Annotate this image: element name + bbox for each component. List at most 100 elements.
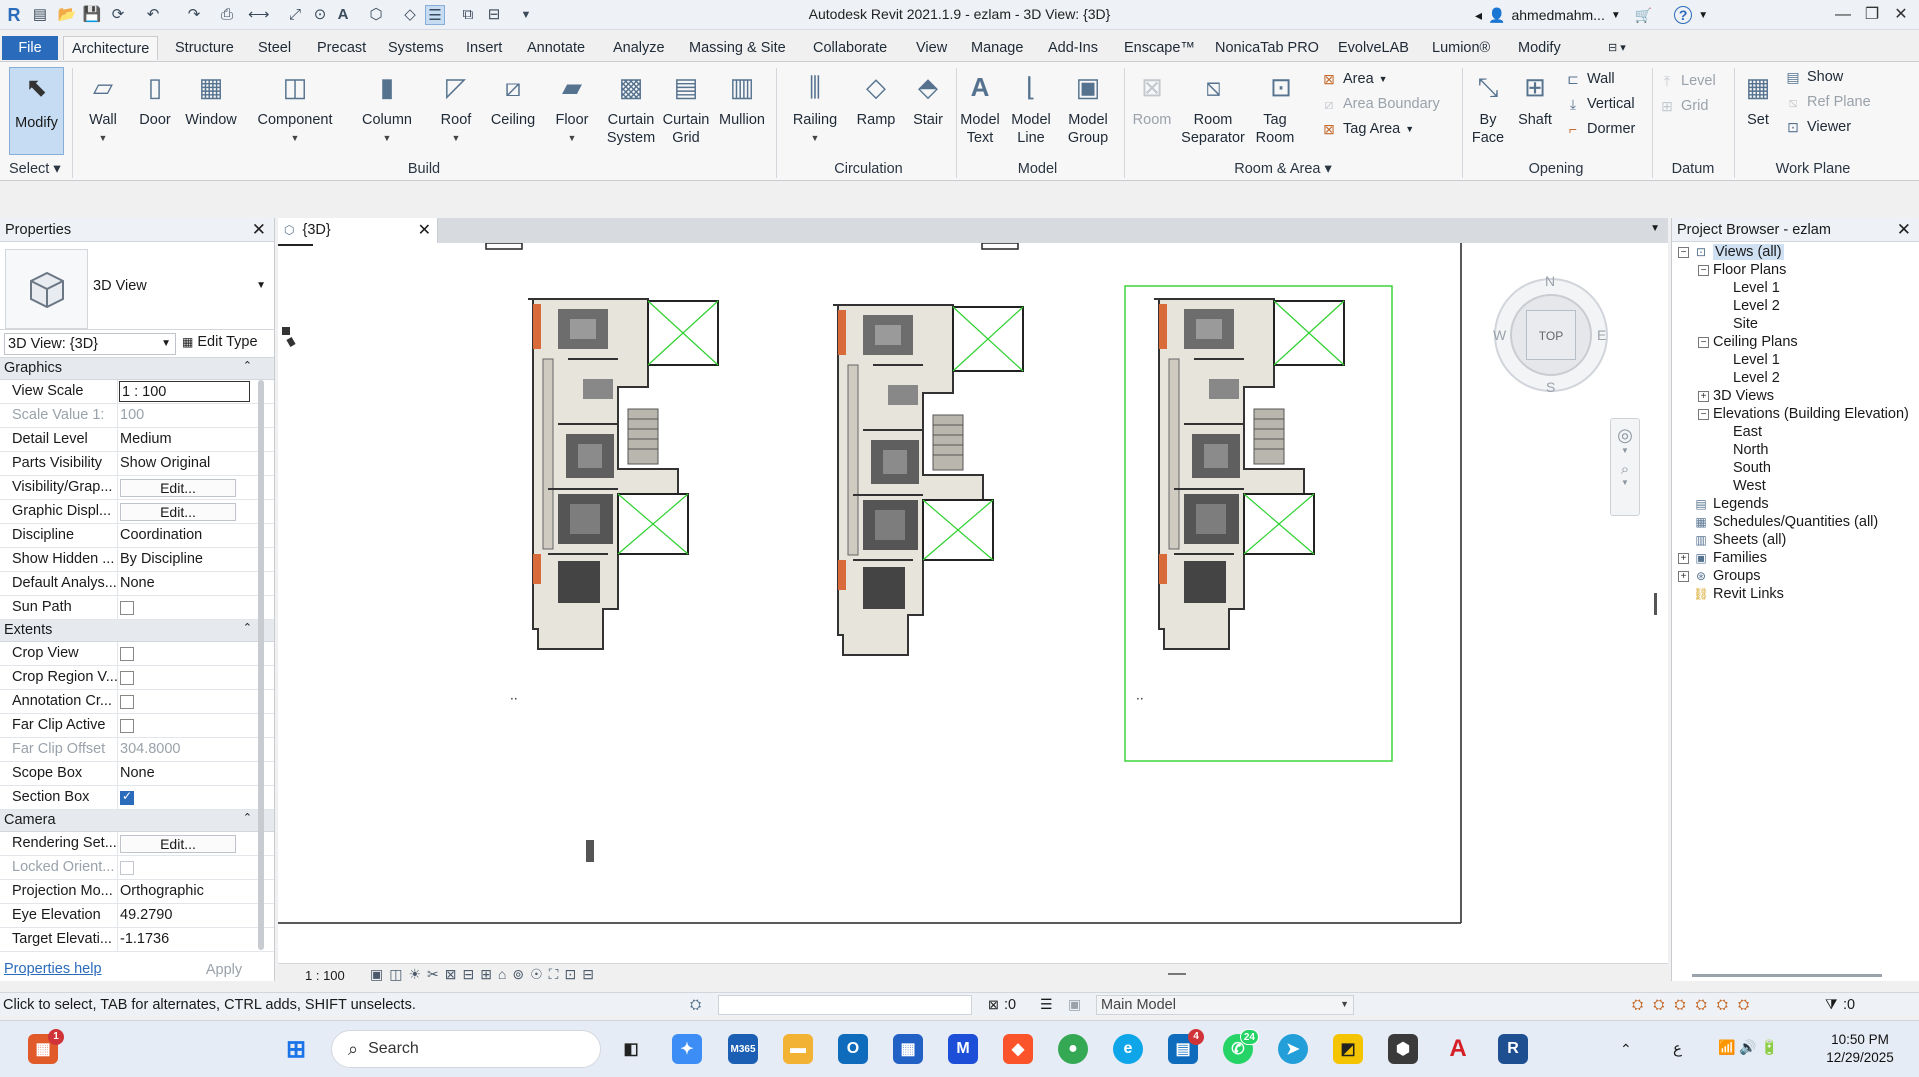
component-button[interactable]: ◫ Component ▼ xyxy=(253,67,337,147)
modify-button[interactable]: ⬉ Modify xyxy=(9,67,64,155)
properties-scrollbar[interactable] xyxy=(258,380,264,950)
viewcube[interactable]: TOP N S E W xyxy=(1491,273,1611,395)
collapse-icon[interactable]: − xyxy=(1678,246,1689,258)
property-value[interactable]: 100 xyxy=(118,404,249,427)
set-button[interactable]: ▦ Set xyxy=(1738,67,1778,129)
browser-node[interactable]: South xyxy=(1718,460,1771,476)
curtain-system-button[interactable]: ▩ Curtain System xyxy=(603,67,659,147)
by-face-button[interactable]: ⤡ By Face xyxy=(1466,67,1510,147)
steering-wheel-icon[interactable]: ◎ xyxy=(1611,425,1639,446)
ramp-button[interactable]: ◇ Ramp xyxy=(852,67,900,129)
system-tray-icons[interactable]: 📶🔊🔋 xyxy=(1718,1039,1782,1056)
property-value[interactable]: Coordination xyxy=(118,524,249,547)
3d-view-icon[interactable]: ⬡ xyxy=(366,5,386,25)
property-checkbox-cell[interactable] xyxy=(118,856,249,879)
type-selector[interactable]: 3D View ▼ xyxy=(0,242,274,330)
collapse-icon[interactable]: ⌃ xyxy=(243,811,252,824)
dimension-icon[interactable]: ⤢ xyxy=(285,5,305,25)
view-scale[interactable]: 1 : 100 xyxy=(305,968,345,983)
edit-type-button[interactable]: ▦ Edit Type xyxy=(182,334,258,350)
property-checkbox-cell[interactable] xyxy=(118,642,249,665)
tag-icon[interactable]: ⊙ xyxy=(310,5,330,25)
room-area-panel-dropdown[interactable]: Room & Area ▾ xyxy=(1128,161,1438,177)
grid-button[interactable]: ⊞ Grid xyxy=(1658,97,1708,115)
area-boundary-button[interactable]: ⧄ Area Boundary xyxy=(1320,95,1440,113)
calculator-icon[interactable]: ▦ xyxy=(893,1034,923,1064)
properties-close-icon[interactable]: ✕ xyxy=(252,220,266,240)
filter-icon[interactable]: ⧩ xyxy=(1825,996,1838,1013)
ref-plane-button[interactable]: ⧅ Ref Plane xyxy=(1784,93,1871,111)
active-workset-dropdown[interactable] xyxy=(718,995,972,1015)
zoom-region-icon[interactable]: ⌕ xyxy=(1611,461,1639,478)
tab-precast[interactable]: Precast xyxy=(309,36,374,60)
property-checkbox-cell[interactable] xyxy=(118,666,249,689)
browser-node[interactable]: − Floor Plans xyxy=(1698,262,1786,278)
browser-node[interactable]: West xyxy=(1718,478,1766,494)
property-value[interactable]: -1.1736 xyxy=(118,928,249,951)
property-edit-cell[interactable]: Edit... xyxy=(118,500,249,523)
roof-button[interactable]: ◸ Roof ▼ xyxy=(432,67,480,147)
maximize-button[interactable]: ❐ xyxy=(1857,3,1887,27)
tab-collaborate[interactable]: Collaborate xyxy=(805,36,895,60)
collapse-icon[interactable]: − xyxy=(1698,336,1709,348)
chrome-icon[interactable]: ● xyxy=(1058,1034,1088,1064)
tab-structure[interactable]: Structure xyxy=(167,36,242,60)
checkbox[interactable] xyxy=(120,671,134,685)
design-options-icon[interactable]: ☰ xyxy=(1040,996,1053,1013)
ceiling-button[interactable]: ⧄ Ceiling xyxy=(487,67,539,129)
tab-evolvelab[interactable]: EvolveLAB xyxy=(1330,36,1417,60)
task-view-icon[interactable]: ◧ xyxy=(616,1034,646,1064)
property-checkbox-cell[interactable] xyxy=(118,714,249,737)
view-tab-close-icon[interactable]: ✕ xyxy=(418,220,431,240)
show-hidden-icons[interactable]: ⌃ xyxy=(1620,1041,1632,1058)
room-separator-button[interactable]: ⧅ Room Separator xyxy=(1180,67,1246,147)
property-checkbox-cell[interactable] xyxy=(118,786,249,809)
tab-annotate[interactable]: Annotate xyxy=(519,36,593,60)
level-button[interactable]: ⤒ Level xyxy=(1658,72,1716,90)
user-dropdown-icon[interactable]: ▼ xyxy=(1611,10,1621,21)
property-value[interactable]: 49.2790 xyxy=(118,904,249,927)
wall-button[interactable]: ▱ Wall ▼ xyxy=(80,67,126,147)
zoom-dropdown-icon[interactable]: ▼ xyxy=(1611,478,1639,487)
tab-enscape[interactable]: Enscape™ xyxy=(1116,36,1203,60)
tab-massing-site[interactable]: Massing & Site xyxy=(681,36,794,60)
browser-node[interactable]: ▦ Schedules/Quantities (all) xyxy=(1678,514,1878,530)
browser-node[interactable]: − Elevations (Building Elevation) xyxy=(1698,406,1909,422)
dormer-button[interactable]: ⌐ Dormer xyxy=(1564,120,1635,138)
tab-nonicatab[interactable]: NonicaTab PRO xyxy=(1207,36,1327,60)
property-checkbox-cell[interactable] xyxy=(118,690,249,713)
property-value[interactable]: 1 : 100 xyxy=(119,381,250,402)
browser-node[interactable]: + ⊛ Groups xyxy=(1678,568,1761,584)
model-text-button[interactable]: A Model Text xyxy=(954,67,1006,147)
model-line-button[interactable]: ⌊ Model Line xyxy=(1006,67,1056,147)
app-vs-icon[interactable]: M xyxy=(948,1034,978,1064)
revit-logo-icon[interactable]: R xyxy=(4,5,24,25)
apply-button[interactable]: Apply xyxy=(176,959,272,981)
browser-node[interactable]: Site xyxy=(1718,316,1758,332)
property-value[interactable]: Medium xyxy=(118,428,249,451)
browser-node[interactable]: ▤ Legends xyxy=(1678,496,1768,512)
tab-systems[interactable]: Systems xyxy=(380,36,452,60)
property-group-graphics[interactable]: Graphics ⌃ xyxy=(0,358,274,380)
browser-h-scrollbar[interactable] xyxy=(1692,974,1882,977)
property-group-extents[interactable]: Extents ⌃ xyxy=(0,620,274,642)
print-icon[interactable]: ⎙ xyxy=(217,5,237,25)
checkbox[interactable] xyxy=(120,695,134,709)
tab-analyze[interactable]: Analyze xyxy=(605,36,673,60)
model-group-button[interactable]: ▣ Model Group xyxy=(1060,67,1116,147)
collapse-icon[interactable]: ⌃ xyxy=(243,621,252,634)
editable-only-icon[interactable]: ⊠ xyxy=(988,997,999,1013)
railing-button[interactable]: ⫼ Railing ▼ xyxy=(786,67,844,147)
browser-node[interactable]: − Ceiling Plans xyxy=(1698,334,1798,350)
browser-node[interactable]: + ▣ Families xyxy=(1678,550,1767,566)
minimize-button[interactable]: — xyxy=(1828,3,1858,27)
view-instance-dropdown[interactable]: 3D View: {3D} ▼ xyxy=(4,333,176,355)
browser-node[interactable]: Level 1 xyxy=(1718,280,1780,296)
browser-node[interactable]: Level 2 xyxy=(1718,298,1780,314)
property-value[interactable]: Orthographic xyxy=(118,880,249,903)
type-dropdown-icon[interactable]: ▼ xyxy=(256,280,266,291)
cart-icon[interactable]: 🛒 xyxy=(1635,7,1652,24)
edit-button[interactable]: Edit... xyxy=(120,479,236,497)
curtain-grid-button[interactable]: ▤ Curtain Grid xyxy=(660,67,712,147)
window-button[interactable]: ▦ Window xyxy=(180,67,242,129)
